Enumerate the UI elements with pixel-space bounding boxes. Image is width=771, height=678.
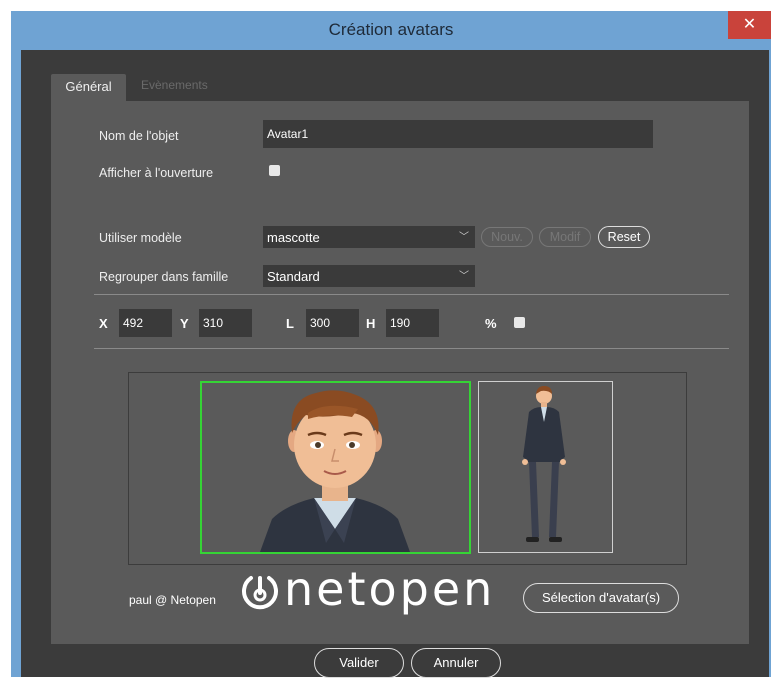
avatar-full-body-image — [479, 382, 612, 552]
close-button[interactable]: ✕ — [728, 11, 771, 39]
validate-button[interactable]: Valider — [314, 648, 404, 678]
dialog-body: Général Evènements Nom de l'objet Avatar… — [21, 50, 769, 678]
model-select-value: mascotte — [267, 229, 320, 245]
modify-model-button[interactable]: Modif — [539, 227, 591, 247]
y-label: Y — [180, 316, 189, 331]
x-label: X — [99, 316, 108, 331]
avatar-bust-image — [202, 383, 469, 552]
netopen-logo-text: netopen — [284, 562, 496, 616]
percent-checkbox[interactable] — [514, 317, 525, 328]
cancel-button[interactable]: Annuler — [411, 648, 501, 678]
select-avatar-button[interactable]: Sélection d'avatar(s) — [523, 583, 679, 613]
chevron-down-icon: ﹀ — [459, 271, 469, 282]
avatar-bust-frame[interactable] — [200, 381, 471, 554]
object-name-label: Nom de l'objet — [99, 129, 179, 143]
family-select-value: Standard — [267, 268, 320, 284]
show-on-open-label: Afficher à l'ouverture — [99, 166, 214, 180]
family-select[interactable]: Standard ﹀ — [263, 265, 475, 287]
y-input[interactable]: 310 — [199, 309, 252, 337]
general-panel: Nom de l'objet Avatar1 Afficher à l'ouve… — [51, 101, 749, 644]
tab-events[interactable]: Evènements — [141, 78, 208, 92]
separator-bottom — [94, 348, 729, 349]
new-model-button[interactable]: Nouv. — [481, 227, 533, 247]
h-input[interactable]: 190 — [386, 309, 439, 337]
l-input[interactable]: 300 — [306, 309, 359, 337]
reset-button[interactable]: Reset — [598, 226, 650, 248]
chevron-down-icon: ﹀ — [459, 232, 469, 243]
netopen-logo-icon — [239, 571, 281, 613]
author-credit: paul @ Netopen — [129, 593, 216, 607]
family-label: Regrouper dans famille — [99, 270, 229, 284]
h-label: H — [366, 316, 376, 331]
show-on-open-checkbox[interactable] — [269, 165, 280, 176]
dialog-window: Création avatars ✕ Général Evènements No… — [11, 11, 771, 678]
window-title: Création avatars — [328, 20, 454, 39]
tab-general[interactable]: Général — [51, 74, 126, 102]
object-name-input[interactable]: Avatar1 — [263, 120, 653, 148]
model-select[interactable]: mascotte ﹀ — [263, 226, 475, 248]
x-input[interactable]: 492 — [119, 309, 172, 337]
model-label: Utiliser modèle — [99, 231, 182, 245]
separator-top — [94, 294, 729, 295]
avatar-preview — [128, 372, 687, 565]
l-label: L — [286, 316, 294, 331]
title-bar[interactable]: Création avatars ✕ — [11, 11, 771, 48]
percent-label: % — [485, 316, 497, 331]
avatar-full-body-frame[interactable] — [478, 381, 613, 553]
